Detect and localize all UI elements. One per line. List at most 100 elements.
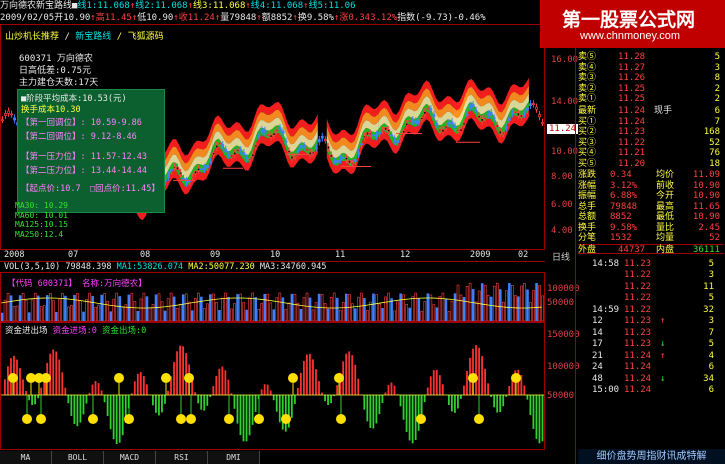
candle-body: [393, 138, 397, 142]
candle-body: [272, 132, 276, 136]
sell-signal-icon: [336, 414, 346, 424]
volume-bar: [109, 311, 113, 321]
flow-bar-in: [315, 369, 317, 395]
quote-label: 卖③: [578, 73, 597, 83]
candle-body: [278, 127, 282, 130]
volume-bar: [52, 300, 55, 321]
fund-flow-chart[interactable]: [1, 323, 544, 449]
buy-level[interactable]: 买② 11.23 168: [578, 127, 724, 138]
buy-level[interactable]: 买③ 11.22 52: [578, 138, 724, 149]
flow-bar-in: [357, 378, 360, 395]
volume-bar: [326, 308, 330, 321]
summary-value: 11.09: [692, 170, 720, 180]
indicator-item: 线3:11.068: [193, 1, 246, 11]
volume-bar: [432, 304, 436, 321]
tick-arrow-icon: ↓: [660, 373, 666, 384]
sell-level[interactable]: 卖③ 11.26 8: [578, 73, 724, 84]
daily-range: 日高低差:0.75元: [19, 66, 92, 76]
toolbar-label-3[interactable]: 飞狐源码: [128, 32, 164, 42]
candle-body: [233, 151, 237, 156]
flow-bar-in: [387, 385, 390, 395]
flow-bar-out: [161, 395, 163, 413]
volume-bar: [33, 292, 37, 321]
flow-bar-out: [423, 395, 426, 403]
candle-body: [465, 113, 469, 116]
candle-body: [504, 126, 508, 129]
tab-dmi[interactable]: DMI: [208, 451, 260, 464]
buy-level[interactable]: 买⑤ 11.20 18: [578, 159, 724, 170]
candle-body: [510, 112, 514, 115]
tab-macd[interactable]: MACD: [104, 451, 156, 464]
flow-bar-in: [91, 384, 94, 395]
volume-bar: [378, 303, 381, 321]
quote-volume: 3: [714, 62, 720, 73]
tick-price: 11.24: [624, 350, 652, 361]
flow-bar-out: [200, 395, 203, 410]
volume-bar: [323, 303, 327, 321]
candle-body: [480, 118, 484, 122]
volume-bar: [447, 311, 451, 321]
candle-body: [486, 113, 490, 116]
candle-body: [335, 159, 339, 163]
tick-time: 24: [592, 362, 603, 372]
sell-level[interactable]: 卖② 11.25 2: [578, 84, 724, 95]
flow-bar-out: [290, 395, 293, 418]
volume-bar: [354, 308, 357, 321]
volume-bar: [299, 309, 303, 321]
flow-bar-in: [475, 345, 477, 395]
sell-level[interactable]: 卖⑤ 11.28 5: [578, 52, 724, 63]
sell-signal-icon: [186, 414, 196, 424]
candle-body: [329, 154, 333, 158]
tick-volume: 7: [708, 327, 714, 338]
tick-price: 11.23: [624, 339, 652, 349]
fund-flow-panel[interactable]: 资金进出场 资金进场:0 资金出场:0: [0, 322, 545, 450]
flow-bar-out: [366, 395, 369, 422]
indicator-item: 线4:11.068: [250, 1, 304, 11]
sell-level[interactable]: 卖① 11.25 2: [578, 94, 724, 105]
flow-bar-out: [82, 395, 85, 415]
flow-bar-out: [34, 395, 37, 405]
buy-signal-icon: [114, 373, 124, 383]
volume-bar: [453, 293, 457, 321]
candle-body: [522, 113, 526, 116]
candle-body: [182, 178, 185, 180]
tick-row: 21 11.24 ↑ 4: [578, 351, 724, 363]
vol-ma1: MA1:53826.074: [116, 262, 184, 272]
candle-body: [414, 120, 418, 124]
flow-bar-in: [19, 368, 21, 395]
site-logo[interactable]: 第一股票公式网 www.chnmoney.com: [540, 0, 725, 48]
candle-body: [284, 140, 288, 143]
tick-row: 14 11.23 7: [578, 328, 724, 340]
candle-body: [529, 103, 532, 106]
volume-bar: [441, 292, 445, 321]
tab-ma[interactable]: MA: [0, 451, 52, 464]
candle-body: [411, 119, 415, 123]
flow-bar-out: [112, 395, 115, 440]
main-chart-panel[interactable]: 山炒机长推荐 / 新宝路线 / 飞狐源码 600371 万向德农 日高低差:0.…: [0, 24, 545, 250]
volume-bar: [351, 303, 354, 321]
candle-body: [179, 172, 182, 175]
toolbar-label-1[interactable]: 山炒机长推荐: [5, 32, 59, 42]
candle-body: [296, 150, 300, 153]
candle-body: [468, 105, 472, 109]
candle-body: [423, 111, 427, 115]
volume-bar: [151, 304, 155, 321]
flow-bar-out: [381, 395, 384, 403]
flow-bar-out: [76, 395, 79, 427]
buy-level[interactable]: 买① 11.24 7: [578, 117, 724, 128]
buy-signal-icon: [41, 373, 51, 383]
tab-rsi[interactable]: RSI: [156, 451, 208, 464]
summary-row: 总手 79848 最高 11.65: [578, 202, 724, 213]
quote-item: 涨0.34: [339, 13, 371, 23]
quote-item: 高11.45: [95, 13, 132, 23]
flow-bar-in: [64, 387, 67, 395]
sell-level[interactable]: 卖④ 11.27 3: [578, 63, 724, 74]
buy-level[interactable]: 买④ 11.21 76: [578, 148, 724, 159]
toolbar-label-2[interactable]: 新宝路线: [75, 32, 111, 42]
tick-row: 14:59 11.22 32: [578, 305, 724, 317]
bottom-ad-bar[interactable]: 细价盘势周指财讯成特解: [578, 449, 725, 464]
summary-value: 0.34: [610, 170, 632, 180]
volume-chart-panel[interactable]: 【代码 600371】 名称:万向德农】: [0, 272, 545, 322]
tab-boll[interactable]: BOLL: [52, 451, 104, 464]
flow-bar-out: [79, 395, 82, 423]
